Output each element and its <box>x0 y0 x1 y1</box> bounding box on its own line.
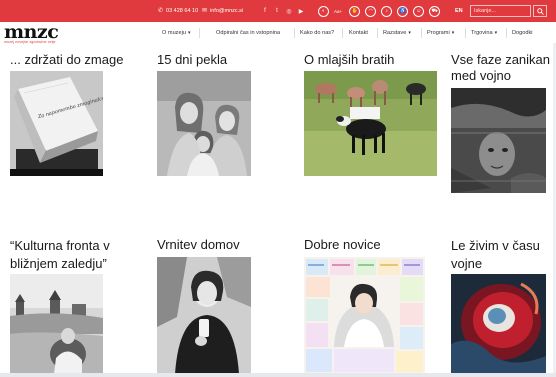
nav-divider <box>199 28 200 38</box>
card-image-book[interactable]: Za napomembo zmaginalcem <box>10 71 103 176</box>
card-image-three-women[interactable] <box>157 71 251 176</box>
cart-icon[interactable]: ⛟ <box>429 5 441 17</box>
phone-number[interactable]: 03 428 64 10 <box>166 8 198 14</box>
card-title[interactable]: Dobre novice <box>304 237 381 253</box>
card-title-text: “Kulturna fronta v bližnjem zaledju” <box>10 238 110 271</box>
card-image-goats[interactable] <box>304 71 437 176</box>
nav-label: Programi <box>427 30 450 36</box>
wifi-icon[interactable]: ◠ <box>365 5 377 17</box>
nav-label: Dogodki <box>512 30 533 36</box>
nav-divider <box>377 28 378 38</box>
card-title[interactable]: Vse faze zanikan med vojno <box>451 52 556 84</box>
nav-divider <box>342 28 343 38</box>
mail-icon: ✉ <box>202 8 208 14</box>
nav-item-programi[interactable]: Programi ▾ <box>427 27 454 39</box>
nav-label: Trgovina <box>471 30 493 36</box>
facebook-icon[interactable]: f <box>262 8 268 14</box>
card-image-river-town[interactable] <box>10 274 103 374</box>
card-title-text: Le živim v času vojne <box>451 238 540 271</box>
twitter-icon[interactable]: t <box>274 8 280 14</box>
nav-divider <box>294 28 295 38</box>
search-icon <box>536 7 544 15</box>
search-button[interactable] <box>533 5 547 17</box>
contrast-icon[interactable]: ◐ <box>318 5 329 17</box>
nav-item-trgovina[interactable]: Trgovina ▾ <box>471 27 497 39</box>
nav-divider <box>421 28 422 38</box>
card-image-colorful-collage[interactable] <box>304 257 425 374</box>
nav-item-dogodki[interactable]: Dogodki <box>512 27 533 39</box>
phone-contact[interactable]: ✆ 03 428 64 10 <box>158 0 198 22</box>
card-title[interactable]: “Kulturna fronta v bližnjem zaledju” <box>10 237 150 273</box>
nav-item-kontakt[interactable]: Kontakt <box>349 27 368 39</box>
card-title-text: Vse faze zanikan med vojno <box>451 52 551 83</box>
youtube-icon[interactable]: ▶ <box>298 8 304 15</box>
card-title[interactable]: Le živim v času vojne <box>451 237 556 273</box>
card-title[interactable]: O mlajših bratih <box>304 52 394 68</box>
search-input[interactable] <box>470 5 531 17</box>
card-title[interactable]: Vrnitev domov <box>157 237 240 253</box>
nav-divider <box>465 28 466 38</box>
top-bar: ✆ 03 428 64 10 ✉ info@mnzc.si f t ◎ ▶ ◐ … <box>0 0 556 22</box>
phone-icon: ✆ <box>158 8 164 14</box>
instagram-icon[interactable]: ◎ <box>286 8 292 15</box>
chevron-down-icon: ▾ <box>451 30 455 36</box>
card-title[interactable]: 15 dni pekla <box>157 52 227 68</box>
chevron-down-icon: ▾ <box>408 30 411 36</box>
card-title[interactable]: ... zdržati do zmage <box>10 52 123 68</box>
main-nav: O muzeju ▾ Odpiralni čas in vstopnina Kak… <box>0 23 556 43</box>
bottom-frame <box>0 373 556 377</box>
language-switch[interactable]: EN <box>455 0 463 22</box>
card-image-faded-portrait[interactable] <box>451 88 546 193</box>
nav-item-razstave[interactable]: Razstave ▾ <box>383 27 411 39</box>
nav-label: Kako do nas? <box>300 30 335 36</box>
email-contact[interactable]: ✉ info@mnzc.si <box>202 0 243 22</box>
nav-divider <box>506 28 507 38</box>
nav-label: Razstave <box>383 30 407 36</box>
nav-item-kako-do-nas[interactable]: Kako do nas? <box>300 27 334 39</box>
font-size-icon[interactable]: Aa+ <box>334 9 342 14</box>
chevron-down-icon: ▾ <box>494 30 498 36</box>
baby-icon[interactable]: ☺ <box>413 5 425 17</box>
card-image-red-abstract[interactable] <box>451 274 546 374</box>
nav-item-odpiralni-cas[interactable]: Odpiralni čas in vstopnina <box>216 27 280 39</box>
card-image-woman-mirror-selfie[interactable] <box>157 257 251 374</box>
nav-label: Odpiralni čas in vstopnina <box>216 30 281 36</box>
nav-item-o-muzeju[interactable]: O muzeju ▾ <box>162 27 190 39</box>
email-address[interactable]: info@mnzc.si <box>210 8 243 14</box>
sign-language-icon[interactable]: ✋ <box>349 5 361 17</box>
chevron-down-icon: ▾ <box>187 30 191 36</box>
accessibility-tools: ◐ Aa+ ✋ ◠ ♪ ♿ ☺ ⛟ <box>318 0 441 22</box>
audio-icon[interactable]: ♪ <box>381 5 393 17</box>
nav-label: O muzeju <box>162 30 186 36</box>
social-links: f t ◎ ▶ <box>262 0 304 22</box>
wheelchair-icon[interactable]: ♿ <box>397 5 409 17</box>
nav-label: Kontakt <box>349 30 368 36</box>
